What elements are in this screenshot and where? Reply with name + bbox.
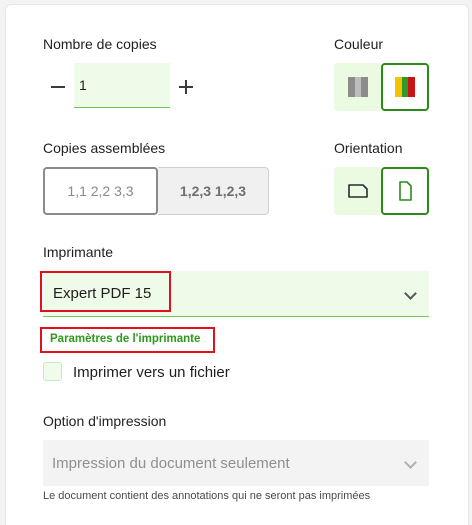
landscape-page-icon (348, 184, 368, 198)
color-label: Couleur (334, 36, 384, 52)
copies-value: 1 (79, 77, 87, 93)
landscape-button[interactable] (334, 167, 382, 215)
print-to-file-label: Imprimer vers un fichier (73, 364, 230, 381)
uncollated-button[interactable]: 1,1 2,2 3,3 (43, 167, 158, 215)
print-option-selected-value: Impression du document seulement (52, 454, 290, 472)
print-option-label: Option d'impression (43, 413, 167, 429)
copies-input[interactable]: 1 (74, 63, 170, 108)
collate-label: Copies assemblées (43, 140, 166, 156)
collated-button[interactable]: 1,2,3 1,2,3 (158, 167, 269, 215)
copies-label: Nombre de copies (43, 36, 157, 52)
chevron-down-icon (404, 287, 417, 300)
grayscale-button[interactable] (334, 63, 382, 111)
highlight-box-settings (40, 327, 215, 353)
printer-label: Imprimante (43, 244, 114, 260)
orientation-label: Orientation (334, 140, 403, 156)
chevron-down-icon (404, 456, 417, 469)
highlight-box-printer (40, 271, 171, 312)
portrait-page-icon (399, 181, 412, 201)
portrait-button[interactable] (381, 167, 429, 215)
color-button[interactable] (381, 63, 429, 111)
decrement-copies-button[interactable] (49, 78, 67, 96)
annotations-note: Le document contient des annotations qui… (43, 490, 371, 502)
print-to-file-checkbox[interactable] (43, 362, 62, 381)
grayscale-icon (348, 77, 368, 97)
color-icon (395, 77, 415, 97)
print-option-select[interactable]: Impression du document seulement (43, 440, 429, 486)
increment-copies-button[interactable] (177, 78, 195, 96)
